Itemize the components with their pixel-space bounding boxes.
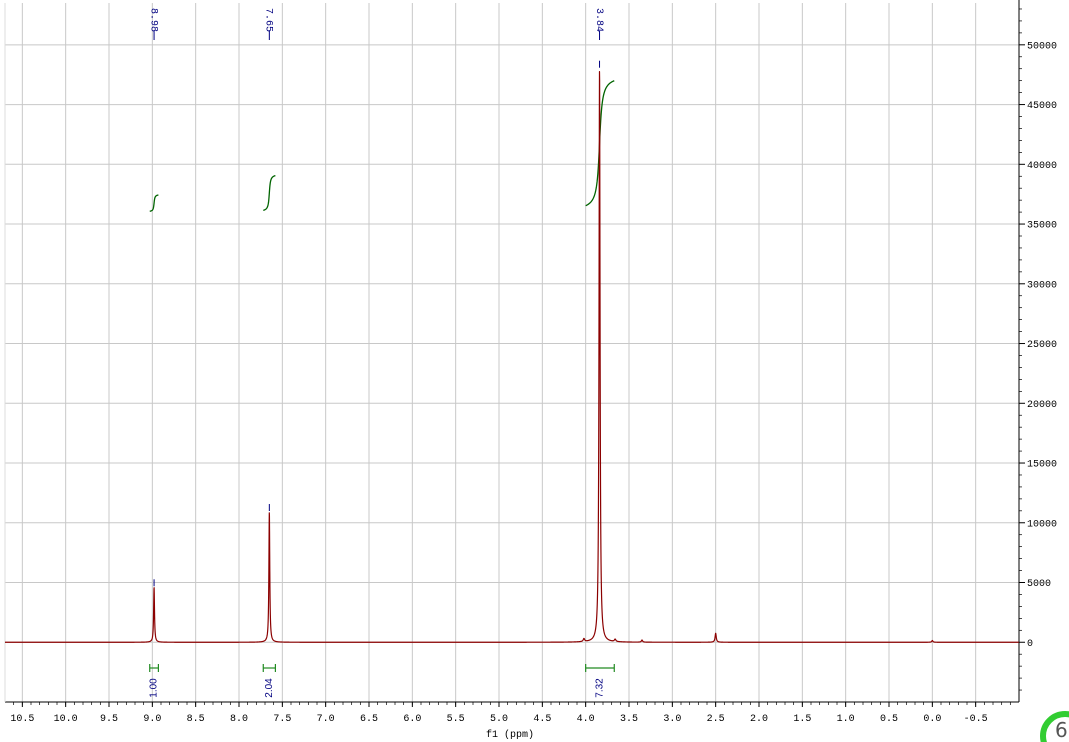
- x-tick-label: 8.0: [230, 714, 248, 725]
- y-tick-label: 45000: [1027, 101, 1057, 112]
- integral-value: 7.32: [595, 678, 606, 698]
- y-tick-label: 5000: [1027, 579, 1051, 590]
- x-axis: 10.5 10.0 9.5 9.0 8.5 8.0 7.5 7.0 6.5 6.0 5.5 5.0 4.…: [10, 702, 1011, 725]
- x-tick-label: 1.0: [837, 714, 855, 725]
- spectrum-line: [4, 71, 1020, 643]
- x-tick-label: 6.5: [360, 714, 378, 725]
- x-tick-label: 9.0: [143, 714, 161, 725]
- integral-value: 2.04: [264, 678, 275, 698]
- integral-bars: 1.00 2.04 7.32: [149, 664, 615, 698]
- peak-label: 3.84: [593, 8, 604, 32]
- integral-curves: [149, 80, 615, 212]
- x-tick-label: 10.5: [10, 714, 34, 725]
- y-tick-label: 30000: [1027, 280, 1057, 291]
- y-tick-label: 20000: [1027, 400, 1057, 411]
- x-tick-label: 7.5: [273, 714, 291, 725]
- peak-label: 8.98: [147, 8, 158, 32]
- x-tick-label: 0.5: [880, 714, 898, 725]
- integral-value: 1.00: [149, 678, 160, 698]
- x-tick-label: 9.5: [100, 714, 118, 725]
- peak-label: 7.65: [263, 8, 274, 32]
- x-tick-label: 3.5: [620, 714, 638, 725]
- plot-frame: [4, 0, 1020, 703]
- x-tick-label: 2.5: [707, 714, 725, 725]
- integral-curve: [149, 194, 159, 212]
- corner-badge: 6: [1039, 698, 1069, 742]
- x-tick-label: 1.5: [793, 714, 811, 725]
- spectrum-series: [4, 71, 1020, 643]
- x-tick-label: -0.5: [964, 714, 988, 725]
- x-tick-label: 8.5: [187, 714, 205, 725]
- x-tick-label: 6.0: [403, 714, 421, 725]
- grid-lines: [5, 3, 1019, 702]
- integral-curve: [263, 174, 276, 211]
- x-tick-label: 5.5: [447, 714, 465, 725]
- badge-text: 6: [1055, 718, 1068, 742]
- x-axis-title: f1 (ppm): [486, 729, 534, 741]
- x-tick-label: 3.0: [663, 714, 681, 725]
- y-tick-label: 0: [1027, 639, 1033, 650]
- y-tick-label: 50000: [1027, 41, 1057, 52]
- y-tick-label: 15000: [1027, 460, 1057, 471]
- y-tick-label: 40000: [1027, 161, 1057, 172]
- x-tick-label: 4.5: [533, 714, 551, 725]
- nmr-spectrum-chart: 8.98 7.65 3.84 1.00 2.04 7.32 10.5 10.0 9.5 9.0…: [4, 0, 1057, 741]
- x-tick-label: 0.0: [923, 714, 941, 725]
- y-tick-label: 35000: [1027, 221, 1057, 232]
- y-tick-label: 25000: [1027, 340, 1057, 351]
- x-tick-label: 10.0: [54, 714, 78, 725]
- y-axis: 0 5000 10000 15000 20000 25000 30000 35000 40000…: [1019, 8, 1057, 691]
- x-tick-label: 2.0: [750, 714, 768, 725]
- x-tick-label: 4.0: [577, 714, 595, 725]
- peak-labels: 8.98 7.65 3.84: [147, 8, 604, 587]
- x-tick-label: 7.0: [317, 714, 335, 725]
- x-tick-label: 5.0: [490, 714, 508, 725]
- y-tick-label: 10000: [1027, 519, 1057, 530]
